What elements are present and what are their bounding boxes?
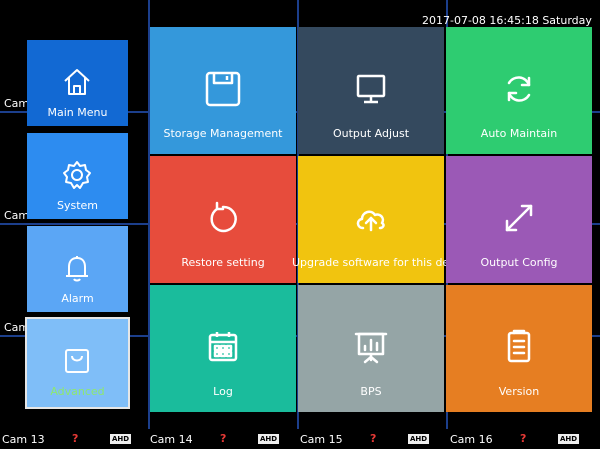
camera-cell[interactable]: Cam 16 ? AHD: [448, 430, 600, 448]
tile-label: Upgrade software for this device: [292, 256, 450, 269]
document-list-icon: [507, 329, 531, 363]
tile-label: Restore setting: [181, 256, 265, 269]
tile-label: Storage Management: [163, 127, 283, 140]
tile-label: Output Adjust: [332, 127, 410, 140]
tile-bps[interactable]: BPS: [298, 285, 444, 412]
ahd-badge: AHD: [258, 434, 280, 444]
home-icon: [64, 69, 90, 95]
no-signal-icon: ?: [220, 432, 227, 445]
tile-auto-maintain[interactable]: Auto Maintain: [446, 27, 592, 154]
presentation-chart-icon: [354, 332, 388, 364]
tile-log[interactable]: Log: [150, 285, 296, 412]
tile-label: Auto Maintain: [480, 127, 558, 140]
side-menu-label: Alarm: [61, 292, 94, 305]
cloud-upload-icon: [356, 210, 385, 232]
camera-label: Cam: [4, 97, 30, 110]
ahd-badge: AHD: [408, 434, 430, 444]
expand-arrows-icon: [505, 204, 533, 232]
tile-storage-management[interactable]: Storage Management: [150, 27, 296, 154]
gear-icon: [63, 161, 91, 189]
no-signal-icon: ?: [72, 432, 79, 445]
calendar-icon: [208, 332, 238, 362]
restore-icon: [210, 201, 237, 233]
camera-label: Cam: [4, 209, 30, 222]
camera-name: Cam 15: [300, 433, 343, 446]
camera-cell[interactable]: Cam 15 ? AHD: [298, 430, 446, 448]
tile-label: Log: [213, 385, 233, 398]
tile-upgrade-software[interactable]: Upgrade software for this device: [292, 156, 450, 283]
tile-restore-setting[interactable]: Restore setting: [150, 156, 296, 283]
datetime-display: 2017-07-08 16:45:18 Saturday: [422, 14, 592, 27]
side-menu-system[interactable]: System: [27, 133, 128, 219]
side-menu-main-menu[interactable]: Main Menu: [27, 40, 128, 126]
side-menu-label: System: [56, 199, 99, 212]
tile-label: Version: [498, 385, 540, 398]
tile-label: Output Config: [480, 256, 558, 269]
camera-cell[interactable]: Cam 13 ? AHD: [0, 430, 148, 448]
bag-icon: [65, 349, 89, 373]
no-signal-icon: ?: [520, 432, 527, 445]
floppy-disk-icon: [205, 71, 241, 107]
tile-output-config[interactable]: Output Config: [446, 156, 592, 283]
side-menu-alarm[interactable]: Alarm: [27, 226, 128, 312]
monitor-icon: [356, 74, 386, 104]
camera-name: Cam 13: [2, 433, 45, 446]
camera-name: Cam 14: [150, 433, 193, 446]
tile-version[interactable]: Version: [446, 285, 592, 412]
side-menu-label: Main Menu: [47, 106, 108, 119]
refresh-icon: [507, 76, 531, 102]
tile-label: BPS: [360, 385, 382, 398]
ahd-badge: AHD: [558, 434, 580, 444]
no-signal-icon: ?: [370, 432, 377, 445]
camera-cell[interactable]: Cam 14 ? AHD: [148, 430, 296, 448]
side-menu-label: Advanced: [50, 385, 105, 398]
ahd-badge: AHD: [110, 434, 132, 444]
tile-output-adjust[interactable]: Output Adjust: [298, 27, 444, 154]
camera-name: Cam 16: [450, 433, 493, 446]
bell-icon: [66, 256, 88, 282]
side-menu-advanced[interactable]: Advanced: [25, 317, 130, 409]
